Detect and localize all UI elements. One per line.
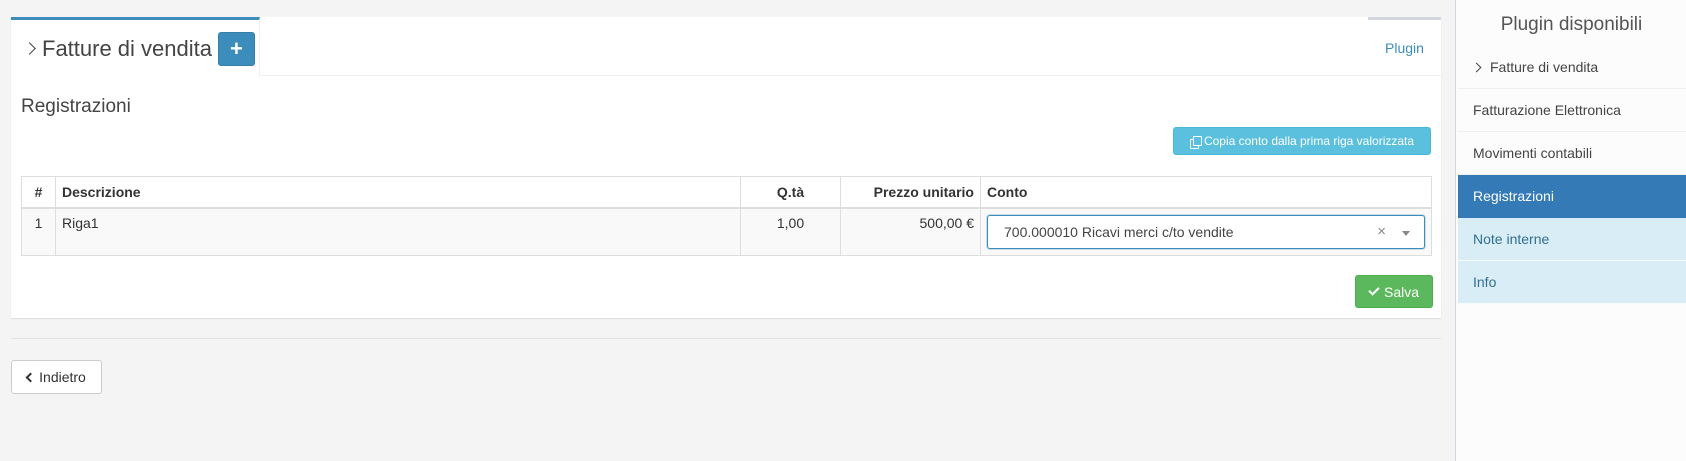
row-number: 1 <box>21 207 56 256</box>
registrations-table: # Descrizione Q.tà Prezzo unitario Conto… <box>21 176 1432 256</box>
tabs-bar: Fatture di vendita + Plugin <box>11 17 1441 77</box>
table-header-row: # Descrizione Q.tà Prezzo unitario Conto <box>21 176 1432 209</box>
tab-plugin[interactable]: Plugin <box>1368 17 1441 76</box>
sidebar-item-info[interactable]: Info <box>1458 261 1686 304</box>
plugin-sidebar: Plugin disponibili Fatture di vendita Fa… <box>1455 0 1686 461</box>
back-label: Indietro <box>39 369 86 385</box>
main-content: Fatture di vendita + Plugin Registrazion… <box>0 0 1455 461</box>
chevron-right-icon <box>23 42 36 55</box>
back-button[interactable]: Indietro <box>11 360 102 394</box>
row-unit-price: 500,00 € <box>840 207 981 256</box>
clear-icon[interactable]: × <box>1377 223 1386 240</box>
sidebar-item-fatture-di-vendita[interactable]: Fatture di vendita <box>1458 46 1686 89</box>
save-button[interactable]: Salva <box>1355 275 1433 308</box>
row-account-cell: 700.000010 Ricavi merci c/to vendite × <box>980 207 1432 256</box>
row-description: Riga1 <box>55 207 741 256</box>
section-title: Registrazioni <box>21 96 131 117</box>
module-title: Fatture di vendita <box>42 35 212 61</box>
divider <box>11 338 1441 339</box>
add-button[interactable]: + <box>217 31 255 66</box>
sidebar-item-label: Fatture di vendita <box>1490 59 1599 75</box>
sidebar-item-fatturazione-elettronica[interactable]: Fatturazione Elettronica <box>1458 89 1686 132</box>
tab-main[interactable]: Fatture di vendita + <box>11 17 260 77</box>
sidebar-item-label: Movimenti contabili <box>1473 145 1593 161</box>
header-description: Descrizione <box>55 176 741 209</box>
copy-account-button[interactable]: Copia conto dalla prima riga valorizzata <box>1173 127 1431 155</box>
copy-account-label: Copia conto dalla prima riga valorizzata <box>1203 134 1415 148</box>
sidebar-item-label: Note interne <box>1473 231 1550 247</box>
sidebar-list: Fatture di vendita Fatturazione Elettron… <box>1458 46 1686 304</box>
sidebar-item-registrazioni[interactable]: Registrazioni <box>1458 175 1686 218</box>
caret-down-icon[interactable] <box>1402 230 1410 236</box>
chevron-left-icon <box>25 372 36 382</box>
header-number: # <box>21 176 56 209</box>
table-row: 1 Riga1 1,00 500,00 € 700.000010 Ricavi … <box>21 207 1432 256</box>
sidebar-item-note-interne[interactable]: Note interne <box>1458 218 1686 261</box>
sidebar-item-label: Info <box>1473 274 1497 290</box>
save-label: Salva <box>1383 283 1420 300</box>
row-quantity: 1,00 <box>740 207 841 256</box>
chevron-right-icon <box>1471 62 1482 72</box>
header-account: Conto <box>980 176 1432 209</box>
copy-icon <box>1189 135 1202 149</box>
account-select[interactable]: 700.000010 Ricavi merci c/to vendite × <box>987 214 1425 249</box>
header-unit-price: Prezzo unitario <box>840 176 981 209</box>
sidebar-item-movimenti-contabili[interactable]: Movimenti contabili <box>1458 132 1686 175</box>
sidebar-item-label: Registrazioni <box>1473 188 1554 204</box>
sidebar-item-label: Fatturazione Elettronica <box>1473 102 1621 118</box>
account-select-value: 700.000010 Ricavi merci c/to vendite <box>1004 223 1234 240</box>
module-card: Fatture di vendita + Plugin Registrazion… <box>11 17 1441 318</box>
check-icon <box>1368 284 1380 296</box>
sidebar-title: Plugin disponibili <box>1500 14 1643 35</box>
header-quantity: Q.tà <box>740 176 841 209</box>
